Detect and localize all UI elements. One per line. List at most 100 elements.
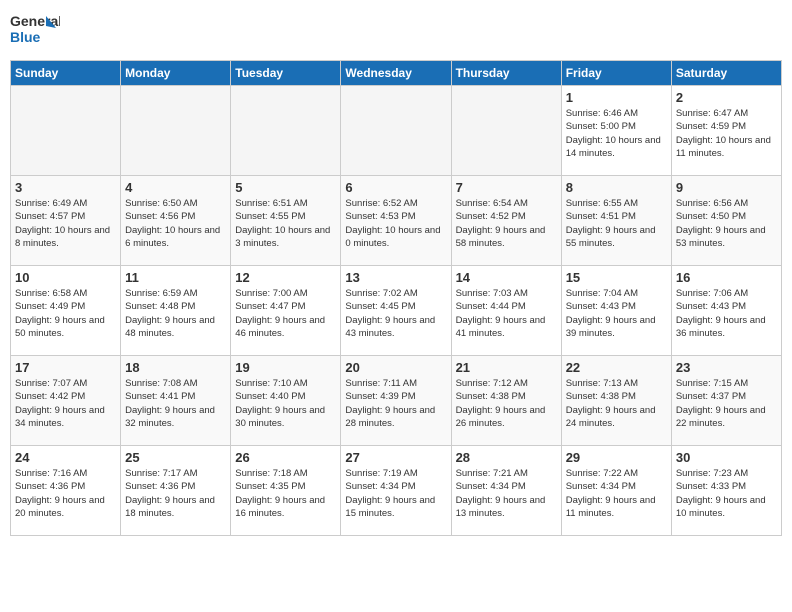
calendar-cell [11,86,121,176]
day-number: 9 [676,180,777,195]
header-area: GeneralBlue [10,10,782,52]
day-number: 8 [566,180,667,195]
calendar-cell: 7 Sunrise: 6:54 AM Sunset: 4:52 PM Daylig… [451,176,561,266]
calendar-table: SundayMondayTuesdayWednesdayThursdayFrid… [10,60,782,536]
calendar-cell: 26 Sunrise: 7:18 AM Sunset: 4:35 PM Dayli… [231,446,341,536]
day-number: 12 [235,270,336,285]
calendar-cell: 2Sunrise: 6:47 AM Sunset: 4:59 PM Daylig… [671,86,781,176]
day-info: Sunrise: 6:59 AM Sunset: 4:48 PM Dayligh… [125,287,226,340]
calendar-cell: 28 Sunrise: 7:21 AM Sunset: 4:34 PM Dayli… [451,446,561,536]
calendar-cell: 25Sunrise: 7:17 AM Sunset: 4:36 PM Dayli… [121,446,231,536]
calendar-cell: 20 Sunrise: 7:11 AM Sunset: 4:39 PM Dayli… [341,356,451,446]
day-info: Sunrise: 7:07 AM Sunset: 4:42 PM Dayligh… [15,377,116,430]
day-info: Sunrise: 7:11 AM Sunset: 4:39 PM Dayligh… [345,377,446,430]
day-info: Sunrise: 7:21 AM Sunset: 4:34 PM Dayligh… [456,467,557,520]
day-number: 14 [456,270,557,285]
day-number: 5 [235,180,336,195]
day-info: Sunrise: 7:12 AM Sunset: 4:38 PM Dayligh… [456,377,557,430]
day-number: 1 [566,90,667,105]
calendar-cell [341,86,451,176]
calendar-cell [121,86,231,176]
day-info: Sunrise: 7:22 AM Sunset: 4:34 PM Dayligh… [566,467,667,520]
day-header-wednesday: Wednesday [341,61,451,86]
day-info: Sunrise: 6:46 AM Sunset: 5:00 PM Dayligh… [566,107,667,160]
calendar-header-row: SundayMondayTuesdayWednesdayThursdayFrid… [11,61,782,86]
day-info: Sunrise: 7:02 AM Sunset: 4:45 PM Dayligh… [345,287,446,340]
calendar-week-row: 24 Sunrise: 7:16 AM Sunset: 4:36 PM Dayli… [11,446,782,536]
day-header-friday: Friday [561,61,671,86]
calendar-week-row: 1 Sunrise: 6:46 AM Sunset: 5:00 PM Daylig… [11,86,782,176]
calendar-cell: 1 Sunrise: 6:46 AM Sunset: 5:00 PM Daylig… [561,86,671,176]
day-number: 23 [676,360,777,375]
day-number: 26 [235,450,336,465]
day-info: Sunrise: 7:18 AM Sunset: 4:35 PM Dayligh… [235,467,336,520]
day-number: 25 [125,450,226,465]
day-info: Sunrise: 7:16 AM Sunset: 4:36 PM Dayligh… [15,467,116,520]
day-number: 2 [676,90,777,105]
calendar-cell: 10 Sunrise: 6:58 AM Sunset: 4:49 PM Dayli… [11,266,121,356]
day-number: 19 [235,360,336,375]
day-info: Sunrise: 7:00 AM Sunset: 4:47 PM Dayligh… [235,287,336,340]
day-info: Sunrise: 6:52 AM Sunset: 4:53 PM Dayligh… [345,197,446,250]
svg-text:Blue: Blue [10,29,41,45]
calendar-cell: 9 Sunrise: 6:56 AM Sunset: 4:50 PM Daylig… [671,176,781,266]
day-number: 28 [456,450,557,465]
day-info: Sunrise: 6:49 AM Sunset: 4:57 PM Dayligh… [15,197,116,250]
day-number: 29 [566,450,667,465]
calendar-week-row: 17 Sunrise: 7:07 AM Sunset: 4:42 PM Dayli… [11,356,782,446]
day-info: Sunrise: 7:06 AM Sunset: 4:43 PM Dayligh… [676,287,777,340]
day-header-saturday: Saturday [671,61,781,86]
day-number: 11 [125,270,226,285]
calendar-cell: 16 Sunrise: 7:06 AM Sunset: 4:43 PM Dayli… [671,266,781,356]
day-number: 10 [15,270,116,285]
day-info: Sunrise: 6:51 AM Sunset: 4:55 PM Dayligh… [235,197,336,250]
day-info: Sunrise: 6:55 AM Sunset: 4:51 PM Dayligh… [566,197,667,250]
day-header-tuesday: Tuesday [231,61,341,86]
day-number: 13 [345,270,446,285]
day-number: 30 [676,450,777,465]
calendar-cell: 29 Sunrise: 7:22 AM Sunset: 4:34 PM Dayli… [561,446,671,536]
calendar-cell: 22Sunrise: 7:13 AM Sunset: 4:38 PM Dayli… [561,356,671,446]
day-number: 7 [456,180,557,195]
day-info: Sunrise: 6:56 AM Sunset: 4:50 PM Dayligh… [676,197,777,250]
calendar-cell: 27Sunrise: 7:19 AM Sunset: 4:34 PM Dayli… [341,446,451,536]
day-info: Sunrise: 6:58 AM Sunset: 4:49 PM Dayligh… [15,287,116,340]
day-header-thursday: Thursday [451,61,561,86]
day-info: Sunrise: 6:54 AM Sunset: 4:52 PM Dayligh… [456,197,557,250]
day-header-monday: Monday [121,61,231,86]
calendar-cell: 5 Sunrise: 6:51 AM Sunset: 4:55 PM Daylig… [231,176,341,266]
day-number: 3 [15,180,116,195]
calendar-cell: 19 Sunrise: 7:10 AM Sunset: 4:40 PM Dayli… [231,356,341,446]
logo-svg: GeneralBlue [10,10,60,52]
day-number: 17 [15,360,116,375]
day-info: Sunrise: 7:03 AM Sunset: 4:44 PM Dayligh… [456,287,557,340]
day-info: Sunrise: 7:08 AM Sunset: 4:41 PM Dayligh… [125,377,226,430]
calendar-cell: 15 Sunrise: 7:04 AM Sunset: 4:43 PM Dayli… [561,266,671,356]
calendar-cell: 23 Sunrise: 7:15 AM Sunset: 4:37 PM Dayli… [671,356,781,446]
day-info: Sunrise: 7:13 AM Sunset: 4:38 PM Dayligh… [566,377,667,430]
day-number: 24 [15,450,116,465]
calendar-cell: 8 Sunrise: 6:55 AM Sunset: 4:51 PM Daylig… [561,176,671,266]
day-header-sunday: Sunday [11,61,121,86]
calendar-cell: 24 Sunrise: 7:16 AM Sunset: 4:36 PM Dayli… [11,446,121,536]
day-number: 20 [345,360,446,375]
calendar-week-row: 3 Sunrise: 6:49 AM Sunset: 4:57 PM Daylig… [11,176,782,266]
calendar-cell [231,86,341,176]
calendar-cell: 4Sunrise: 6:50 AM Sunset: 4:56 PM Daylig… [121,176,231,266]
day-info: Sunrise: 7:15 AM Sunset: 4:37 PM Dayligh… [676,377,777,430]
calendar-cell: 14 Sunrise: 7:03 AM Sunset: 4:44 PM Dayli… [451,266,561,356]
day-number: 21 [456,360,557,375]
day-info: Sunrise: 7:10 AM Sunset: 4:40 PM Dayligh… [235,377,336,430]
day-number: 15 [566,270,667,285]
calendar-cell: 17 Sunrise: 7:07 AM Sunset: 4:42 PM Dayli… [11,356,121,446]
day-info: Sunrise: 7:04 AM Sunset: 4:43 PM Dayligh… [566,287,667,340]
day-number: 16 [676,270,777,285]
logo: GeneralBlue [10,10,60,52]
calendar-cell: 6 Sunrise: 6:52 AM Sunset: 4:53 PM Daylig… [341,176,451,266]
day-number: 4 [125,180,226,195]
calendar-cell: 3 Sunrise: 6:49 AM Sunset: 4:57 PM Daylig… [11,176,121,266]
calendar-week-row: 10 Sunrise: 6:58 AM Sunset: 4:49 PM Dayli… [11,266,782,356]
day-number: 27 [345,450,446,465]
day-number: 6 [345,180,446,195]
calendar-cell: 30Sunrise: 7:23 AM Sunset: 4:33 PM Dayli… [671,446,781,536]
